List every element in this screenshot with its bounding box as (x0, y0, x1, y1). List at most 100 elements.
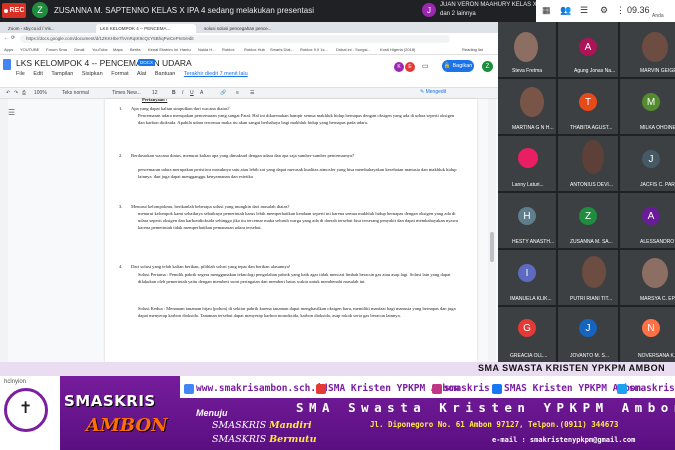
bookmark-item[interactable]: Reading list (462, 47, 483, 52)
bookmark-item[interactable]: YouTube (92, 47, 108, 52)
participant-tile[interactable]: Lanny Laturi... (498, 136, 556, 191)
menu-view[interactable]: Tampilan (51, 71, 73, 77)
bookmark-item[interactable]: Maps (113, 47, 123, 52)
bookmark-item[interactable]: Nokia H... (198, 47, 216, 52)
participant-tile[interactable]: MARSYA C. EPPI (620, 250, 675, 305)
bookmark-item[interactable]: Hantu (180, 47, 191, 52)
bookmark-item[interactable]: Apps (4, 47, 13, 52)
bookmark-item[interactable]: Roblox (222, 47, 234, 52)
collaborator-avatar[interactable]: E (405, 62, 415, 72)
bookmark-item[interactable]: Roblox Hub (244, 47, 265, 52)
participant-avatar: M (642, 93, 660, 111)
participant-tile[interactable]: MARVIN GEIGEI (620, 22, 675, 77)
collaborator-avatar[interactable]: K (394, 62, 404, 72)
reload-icon[interactable]: ⟳ (11, 35, 15, 41)
document-page[interactable]: Pertanyaan : 1. Apa yang dapat kalian si… (105, 97, 477, 362)
participant-tile[interactable]: M MILKA OHOINE (620, 79, 675, 134)
list-icon[interactable]: ☰ (250, 90, 254, 96)
undo-icon[interactable]: ↶ (6, 90, 10, 96)
notification-text: JUAN VERON MAAHURY KELAS X I... (440, 2, 546, 8)
scrollbar-track[interactable] (488, 99, 496, 362)
chat-icon[interactable]: ☰ (580, 5, 588, 16)
zoom-select[interactable]: 100% (34, 90, 47, 96)
share-label: Bagikan (452, 63, 473, 69)
bookmark-item[interactable]: YOUTUBE (20, 47, 39, 52)
menu-insert[interactable]: Sisipkan (82, 71, 103, 77)
activities-icon[interactable]: ⚙ (600, 5, 608, 16)
participant-video (582, 140, 604, 174)
participant-tile[interactable]: J JACFIS C. PARE (620, 136, 675, 191)
italic-button[interactable]: I (182, 90, 183, 96)
tab-zoom[interactable]: Zoom - sby.co.id / Vis... (4, 24, 94, 33)
participant-tile[interactable]: I IMANUELA KLIK... (498, 250, 556, 305)
participant-tile[interactable]: N NOVERSANA K... (620, 307, 675, 362)
participant-name: Steva Fretma (512, 68, 543, 74)
editing-mode-button[interactable]: ✎ Mengedit (420, 89, 446, 95)
font-select[interactable]: Times New... (112, 90, 141, 96)
menu-format[interactable]: Format (111, 71, 128, 77)
question-number: 3. (119, 204, 123, 209)
rec-dot-icon (3, 8, 8, 13)
last-edit-link[interactable]: Terakhir diedit 7 menit lalu (184, 71, 248, 77)
notification-subtext: dan 2 lainnya (440, 11, 476, 17)
bookmark-item[interactable]: Forum Sma (46, 47, 67, 52)
user-avatar[interactable]: Z (482, 61, 493, 72)
participant-avatar: J (579, 319, 597, 337)
tab-solusi[interactable]: solusi solusi pencegahan pence... (200, 24, 310, 33)
participant-tile[interactable]: PUTRI RIANI TIT... (558, 250, 618, 305)
bold-button[interactable]: B (172, 90, 176, 96)
participant-avatar: G (518, 319, 536, 337)
browser-window: Zoom - sby.co.id / Vis... LKS KELOMPOK 4… (0, 22, 498, 362)
participant-tile[interactable]: J JOVANTO M. S... (558, 307, 618, 362)
underline-button[interactable]: U (190, 90, 194, 96)
scrollbar-thumb[interactable] (490, 232, 494, 262)
grid-view-icon[interactable]: ▦ (542, 5, 551, 16)
bookmark-item[interactable]: Berita (130, 47, 140, 52)
share-button[interactable]: 🔒 Bagikan (442, 60, 474, 72)
join-notification[interactable]: J JUAN VERON MAAHURY KELAS X I... dan 2 … (422, 2, 545, 20)
url-input[interactable]: https://docs.google.com/document/d/1ZKKH… (20, 35, 450, 43)
docs-logo-icon[interactable] (3, 59, 11, 70)
participant-tile[interactable]: A Agung Jonas Na... (558, 22, 618, 77)
document-title[interactable]: LKS KELOMPOK 4 -- PENCEMARAN UDARA (16, 58, 192, 68)
bookmark-item[interactable]: Kosti Higeria (2018) (380, 47, 415, 52)
answer-text: pencemaran udara merupakan peristiwa mas… (138, 167, 457, 179)
back-icon[interactable]: ← (4, 35, 9, 41)
watermark-text: SMA SWASTA KRISTEN YPKPM AMBON (478, 363, 666, 373)
participant-tile[interactable]: G GREACIA OLL... (498, 307, 556, 362)
clock: 09.36 (627, 5, 650, 15)
participant-tile[interactable]: ANTONIUS DEVI... (558, 136, 618, 191)
participant-tile[interactable]: T THABITA AGUST... (558, 79, 618, 134)
bookmark-item[interactable]: Kenal Ekstrim Ini (148, 47, 178, 52)
participant-avatar: T (579, 93, 597, 111)
outline-icon[interactable]: ☰ (8, 108, 15, 117)
bookmark-item[interactable]: Roblox 9.0 1s... (300, 47, 328, 52)
participant-tile[interactable]: H HESTY ANASTH... (498, 193, 556, 248)
bookmark-item[interactable]: Smaris Dial... (270, 47, 294, 52)
participant-tile[interactable]: A ALESSANDRO C... (620, 193, 675, 248)
menu-help[interactable]: Bantuan (155, 71, 176, 77)
align-icon[interactable]: ≡ (236, 90, 239, 96)
participant-tile[interactable]: Z ZUSANNA M. SA... (558, 193, 618, 248)
link-icon[interactable]: 🔗 (220, 90, 226, 96)
people-icon[interactable]: 👥 (560, 5, 571, 16)
text-color-button[interactable]: A (200, 90, 203, 96)
comment-icon[interactable]: ▭ (422, 62, 429, 70)
participant-tile[interactable]: Steva Fretma (498, 22, 556, 77)
tab-lks-doc[interactable]: LKS KELOMPOK 4 -- PENCEMA... (96, 24, 196, 33)
vertical-ruler (0, 99, 8, 362)
participant-grid: Steva Fretma A Agung Jonas Na... MARVIN … (498, 22, 675, 362)
globe-icon (184, 383, 194, 394)
participant-tile[interactable]: MARTINA G N H... (498, 79, 556, 134)
bookmark-item[interactable]: Gmail (74, 47, 84, 52)
questions-heading: Pertanyaan : (142, 97, 168, 102)
more-icon[interactable]: ⋮ (616, 5, 625, 16)
menu-file[interactable]: File (16, 71, 25, 77)
redo-icon[interactable]: ↷ (14, 90, 18, 96)
style-select[interactable]: Teks normal (62, 90, 89, 96)
participant-name: PUTRI RIANI TIT... (570, 296, 613, 302)
menu-tools[interactable]: Alat (137, 71, 146, 77)
print-icon[interactable]: ⎙ (22, 90, 26, 96)
menu-edit[interactable]: Edit (33, 71, 42, 77)
bookmark-item[interactable]: Dubai ini - Sungsi... (336, 47, 371, 52)
